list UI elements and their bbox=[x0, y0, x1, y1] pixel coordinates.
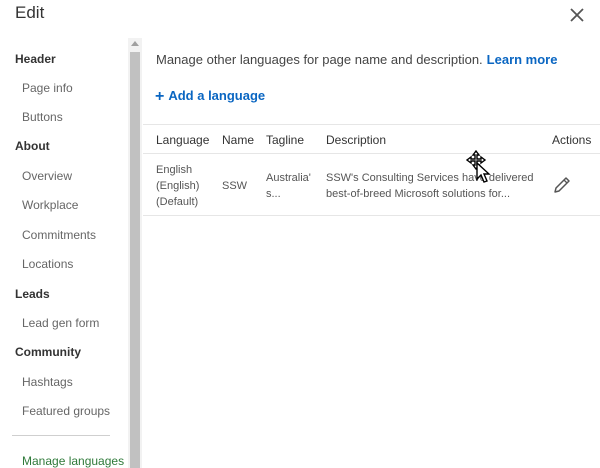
scrollbar-thumb[interactable] bbox=[130, 52, 140, 468]
cell-tagline-line2: s... bbox=[266, 188, 281, 200]
cell-name: SSW bbox=[222, 180, 248, 192]
sidebar-item-locations[interactable]: Locations bbox=[22, 257, 73, 271]
column-header-language: Language bbox=[156, 133, 210, 147]
move-cursor-icon bbox=[466, 150, 491, 183]
intro-description: Manage other languages for page name and… bbox=[156, 52, 483, 67]
sidebar-item-workplace[interactable]: Workplace bbox=[22, 198, 78, 212]
cell-description: SSW's Consulting Services have delivered… bbox=[326, 170, 534, 202]
cell-language-line3: (Default) bbox=[156, 196, 199, 208]
close-icon[interactable] bbox=[566, 4, 588, 26]
sidebar-nav: Header Page info Buttons About Overview … bbox=[0, 38, 128, 468]
add-language-button[interactable]: + Add a language bbox=[155, 88, 265, 106]
sidebar-item-featured-groups[interactable]: Featured groups bbox=[22, 404, 110, 418]
main-content: Manage other languages for page name and… bbox=[143, 38, 600, 468]
sidebar-heading-leads: Leads bbox=[15, 287, 50, 301]
sidebar-item-manage-languages[interactable]: Manage languages bbox=[22, 454, 124, 468]
column-header-description: Description bbox=[326, 133, 387, 147]
cell-language-line2: (English) bbox=[156, 180, 200, 192]
scroll-up-arrow-icon[interactable] bbox=[131, 41, 139, 46]
column-header-actions: Actions bbox=[552, 133, 592, 147]
learn-more-link[interactable]: Learn more bbox=[487, 52, 558, 67]
column-header-name: Name bbox=[222, 133, 255, 147]
sidebar-item-hashtags[interactable]: Hashtags bbox=[22, 375, 73, 389]
add-language-label: Add a language bbox=[168, 88, 266, 103]
cell-description-line2: best-of-breed Microsoft solutions for... bbox=[326, 188, 511, 200]
sidebar-divider bbox=[12, 435, 110, 436]
sidebar-item-page-info[interactable]: Page info bbox=[22, 81, 73, 95]
sidebar-item-commitments[interactable]: Commitments bbox=[22, 228, 96, 242]
sidebar-heading-header: Header bbox=[15, 52, 56, 66]
sidebar-item-buttons[interactable]: Buttons bbox=[22, 110, 63, 124]
pencil-icon[interactable] bbox=[551, 174, 573, 196]
cell-description-line1: SSW's Consulting Services have delivered bbox=[326, 172, 534, 184]
cell-language: English (English) (Default) bbox=[156, 162, 199, 210]
sidebar-item-overview[interactable]: Overview bbox=[22, 169, 72, 183]
cell-tagline: Australia' s... bbox=[266, 170, 311, 202]
cell-language-line1: English bbox=[156, 164, 193, 176]
sidebar-heading-community: Community bbox=[15, 345, 81, 359]
column-header-tagline: Tagline bbox=[266, 133, 305, 147]
sidebar-scrollbar[interactable] bbox=[128, 38, 142, 468]
dialog-header: Edit bbox=[0, 0, 600, 38]
table-header: Language Name Tagline Description Action… bbox=[143, 124, 600, 154]
table-row: English (English) (Default) SSW Australi… bbox=[143, 154, 600, 216]
cell-tagline-line1: Australia' bbox=[266, 172, 311, 184]
dialog-title: Edit bbox=[15, 3, 45, 22]
intro-text: Manage other languages for page name and… bbox=[156, 52, 557, 67]
sidebar-item-lead-gen-form[interactable]: Lead gen form bbox=[22, 316, 99, 330]
sidebar-heading-about: About bbox=[15, 139, 50, 153]
plus-icon: + bbox=[155, 88, 165, 105]
